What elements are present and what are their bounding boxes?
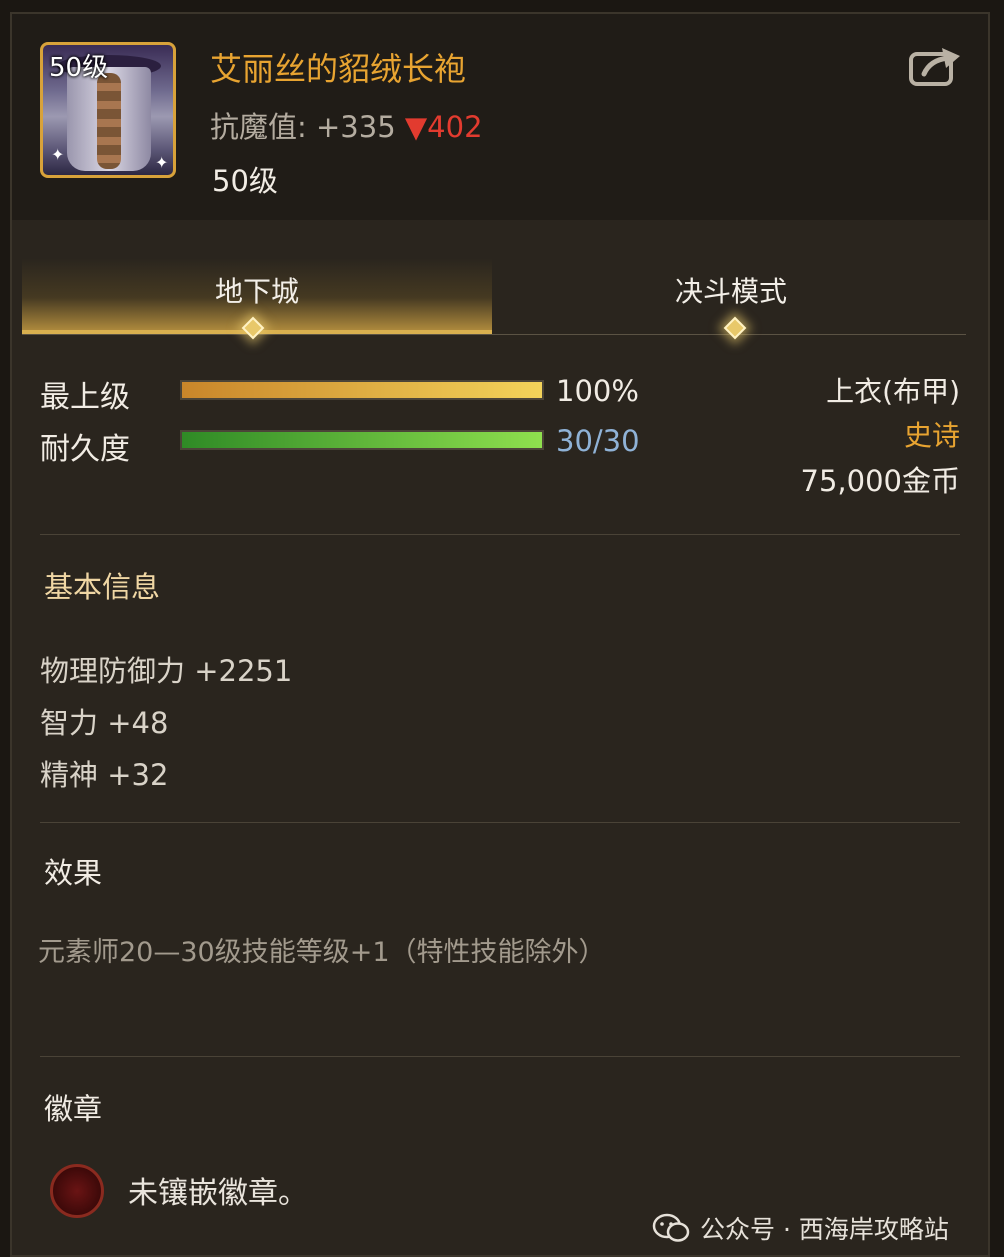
magic-resist-line: 抗魔值: +335 ▼402 — [210, 104, 483, 146]
grade-label: 最上级 — [40, 380, 130, 415]
required-level: 50级 — [212, 164, 278, 198]
attribute-intelligence: 智力 +48 — [40, 706, 169, 740]
effect-text: 元素师20—30级技能等级+1（特性技能除外） — [38, 937, 606, 968]
share-icon[interactable] — [908, 44, 962, 88]
item-tooltip-panel: ✦ ✦ 50级 艾丽丝的貂绒长袍 抗魔值: +335 ▼402 50级 地下城 … — [10, 12, 990, 1257]
grade-value: 100% — [556, 374, 639, 408]
mode-tabs: 地下城 决斗模式 — [22, 258, 966, 340]
watermark: 公众号 · 西海岸攻略站 — [652, 1210, 949, 1246]
divider — [40, 1056, 960, 1057]
durability-bar-fill — [182, 432, 542, 448]
divider — [40, 822, 960, 823]
grade-bar — [180, 380, 544, 400]
watermark-text: 公众号 · 西海岸攻略站 — [700, 1215, 949, 1244]
durability-label: 耐久度 — [40, 432, 130, 467]
durability-bar — [180, 430, 544, 450]
divider — [40, 534, 960, 535]
emblem-slot-icon[interactable] — [50, 1164, 104, 1218]
wechat-icon — [652, 1213, 690, 1242]
attribute-spirit: 精神 +32 — [40, 758, 169, 792]
rarity: 史诗 — [903, 419, 960, 452]
emblem-empty-text: 未镶嵌徽章。 — [128, 1176, 308, 1211]
grade-bar-fill — [182, 382, 542, 398]
item-name: 艾丽丝的貂绒长袍 — [210, 50, 467, 88]
price: 75,000金币 — [800, 464, 960, 498]
equipment-slot: 上衣(布甲) — [826, 375, 960, 408]
item-icon-level-badge: 50级 — [49, 53, 109, 83]
effects-title: 效果 — [44, 856, 103, 890]
item-robe-icon: ✦ ✦ 50级 — [40, 42, 176, 178]
magic-resist-compare: ▼402 — [404, 110, 483, 144]
magic-resist-value: +335 — [316, 110, 396, 144]
basic-info-title: 基本信息 — [44, 570, 161, 604]
item-header: ✦ ✦ 50级 艾丽丝的貂绒长袍 抗魔值: +335 ▼402 50级 — [12, 14, 988, 220]
magic-resist-label: 抗魔值: — [210, 110, 307, 144]
durability-value: 30/30 — [556, 424, 640, 458]
emblem-title: 徽章 — [44, 1092, 103, 1126]
attribute-physical-defense: 物理防御力 +2251 — [40, 654, 293, 688]
